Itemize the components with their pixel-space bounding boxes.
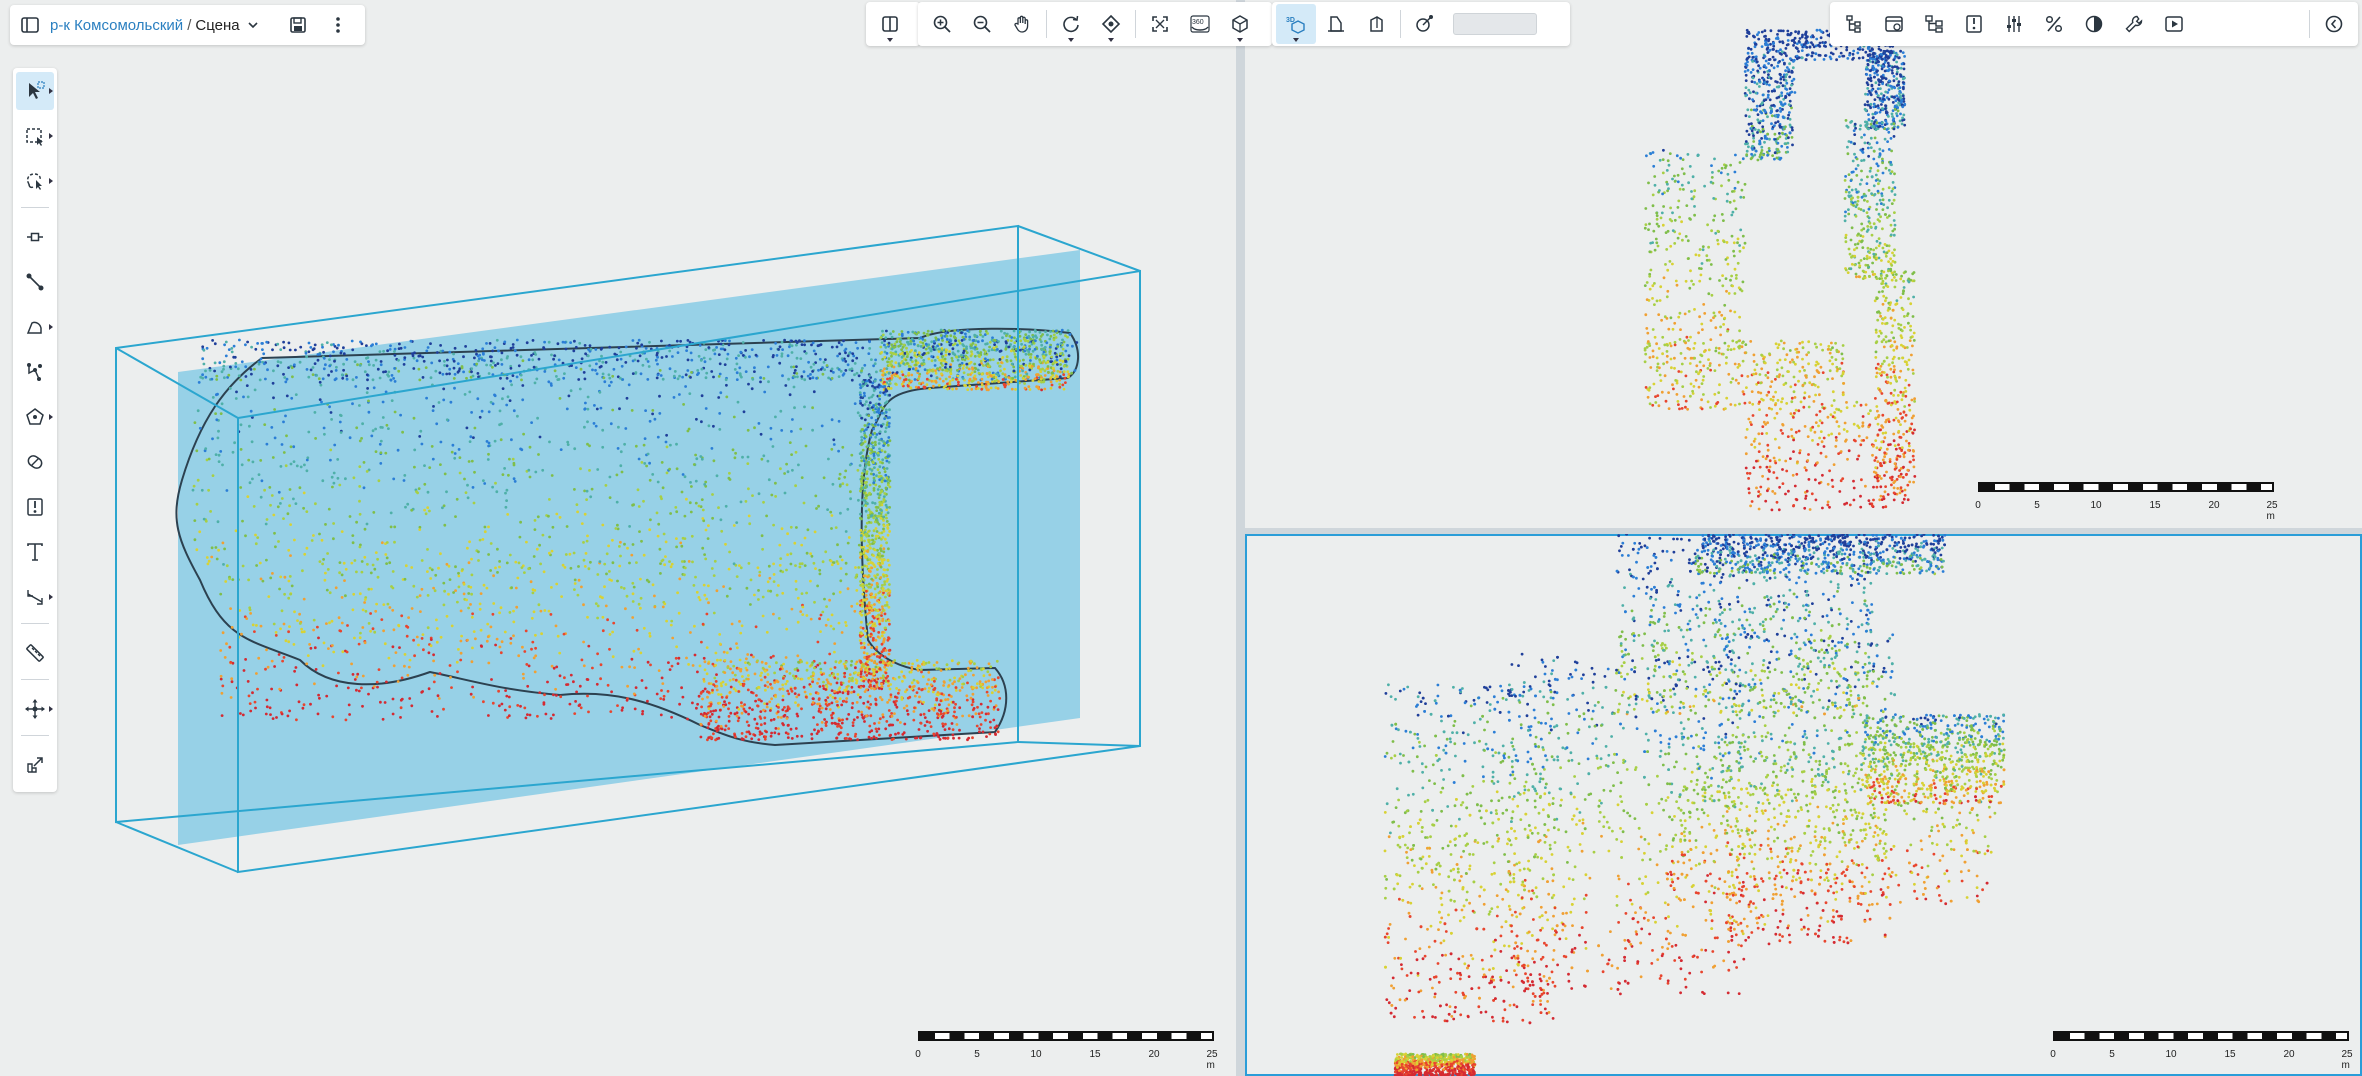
view-360-icon[interactable]: 360 [1180,4,1220,44]
scale-tick: 25 m [2341,1049,2353,1071]
scale-tick: 20 [2208,500,2220,511]
polygon-icon[interactable] [16,308,54,346]
tools-toolbar [1830,2,2358,46]
filters-icon[interactable] [1994,4,2034,44]
scale-tick: 5 [2034,500,2040,511]
orbit-icon[interactable] [1051,4,1091,44]
point-icon[interactable] [16,218,54,256]
mode-toolbar: 3D [1272,2,1570,46]
percent-icon[interactable] [2034,4,2074,44]
contrast-icon[interactable] [2074,4,2114,44]
chevron-down-icon[interactable] [246,18,260,32]
viewport-perspective[interactable]: 0 5 10 15 20 25 m [0,0,1236,1076]
split-section-icon[interactable] [1954,4,1994,44]
text-icon[interactable] [16,533,54,571]
side-scene [1383,534,2006,1076]
scale-tick: 0 [915,1049,921,1060]
viewport-front[interactable]: 0 5 10 15 20 25 m [1245,0,2362,528]
scale-tick: 5 [2109,1049,2115,1060]
tool-palette [13,68,57,792]
rect-select-icon[interactable] [16,117,54,155]
polyline-icon[interactable] [16,353,54,391]
breadcrumb: р-к Комсомольский / Сцена [10,5,365,45]
3d-mode-icon[interactable]: 3D [1276,4,1316,44]
navigation-toolbar: 360 [918,2,1272,46]
scale-tick: 10 [2090,500,2102,511]
scale-tick: 15 [2149,500,2161,511]
perspective-scene[interactable] [0,0,1236,1076]
split-view-icon[interactable] [870,4,910,44]
scale-tick: 25 m [2266,500,2278,522]
scale-tick: 5 [974,1049,980,1060]
view-cube-icon[interactable] [1220,4,1260,44]
ruler-icon[interactable] [16,634,54,672]
point-cloud-side [1383,534,2006,1076]
breadcrumb-separator: / [187,16,192,34]
scale-tick: 20 [2283,1049,2295,1060]
scale-tick: 20 [1148,1049,1160,1060]
select-icon[interactable] [16,72,54,110]
line-icon[interactable] [16,263,54,301]
play-icon[interactable] [2154,4,2194,44]
extrude-icon[interactable] [1356,4,1396,44]
export-icon[interactable] [16,746,54,784]
scale-tick: 25 m [1206,1049,1218,1071]
wrench-icon[interactable] [2114,4,2154,44]
breadcrumb-scene[interactable]: Сцена [195,17,239,34]
scale-bar-left: 0 5 10 15 20 25 m [915,1031,1218,1071]
point-cloud-front [1643,28,1917,512]
lasso-select-icon[interactable] [16,162,54,200]
section-plane-icon[interactable] [16,488,54,526]
hierarchy-icon[interactable] [1914,4,1954,44]
pentagon-icon[interactable] [16,398,54,436]
panel-toggle-icon[interactable] [10,5,50,45]
move-icon[interactable] [16,690,54,728]
history-icon[interactable] [2314,4,2354,44]
zoom-out-icon[interactable] [962,4,1002,44]
scale-tick: 15 [1089,1049,1101,1060]
scale-bar-front: 0 5 10 15 20 25 m [1975,482,2278,522]
scale-bar-side: 0 5 10 15 20 25 m [2050,1031,2353,1071]
layers-icon[interactable] [1874,4,1914,44]
section-plane [178,250,1080,845]
measure-value-field[interactable] [1453,13,1537,35]
viewport-side[interactable]: 0 5 10 15 20 25 m [1245,534,2362,1076]
focus-icon[interactable] [1091,4,1131,44]
scale-tick: 10 [2165,1049,2177,1060]
section-icon[interactable] [1316,4,1356,44]
scale-tick: 10 [1030,1049,1042,1060]
measure-icon[interactable] [1405,4,1445,44]
scale-tick: 15 [2224,1049,2236,1060]
dimension-icon[interactable] [16,578,54,616]
scale-tick: 0 [1975,500,1981,511]
fit-extent-icon[interactable] [1140,4,1180,44]
save-icon[interactable] [278,5,318,45]
breadcrumb-project-link[interactable]: р-к Комсомольский [50,17,183,34]
split-view-toolbar [866,2,920,46]
more-vertical-icon[interactable] [318,5,358,45]
viewport-splitter-vertical[interactable] [1236,0,1245,1076]
tree-icon[interactable] [1834,4,1874,44]
eraser-icon[interactable] [16,443,54,481]
scale-tick: 0 [2050,1049,2056,1060]
zoom-in-icon[interactable] [922,4,962,44]
front-scene [1643,28,1917,512]
pan-hand-icon[interactable] [1002,4,1042,44]
